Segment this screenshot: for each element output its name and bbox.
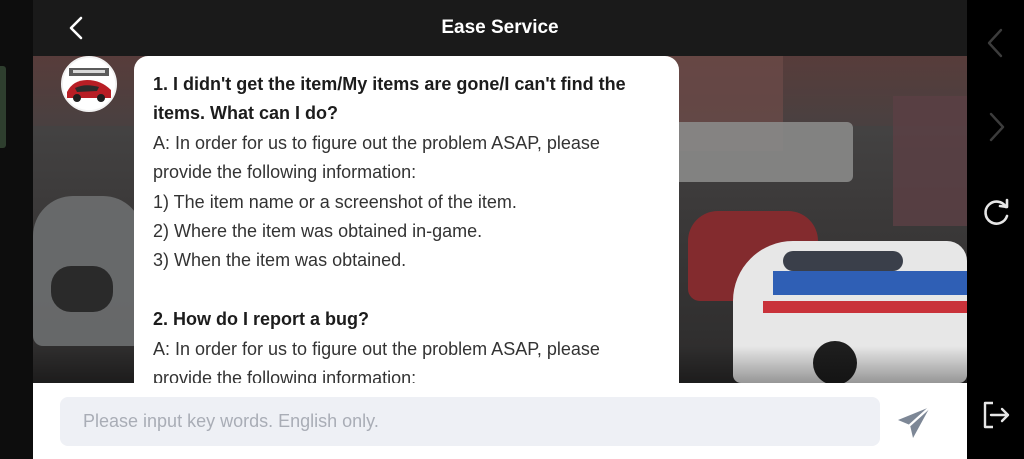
nav-back-button[interactable]	[979, 26, 1013, 60]
left-edge-strip	[0, 0, 33, 459]
chevron-left-icon	[987, 28, 1003, 58]
page-title: Ease Service	[441, 17, 559, 38]
game-logo-avatar	[63, 58, 115, 110]
input-bar	[33, 383, 967, 459]
exit-button[interactable]	[979, 398, 1013, 432]
send-button[interactable]	[895, 403, 935, 443]
exit-icon	[983, 401, 1010, 429]
message-text: 1. I didn't get the item/My items are go…	[153, 70, 661, 384]
faq-answer-line: 3) When the item was obtained.	[153, 250, 407, 271]
header-bar: Ease Service	[33, 0, 967, 56]
browser-nav-bar	[967, 0, 1024, 459]
send-icon	[898, 405, 932, 438]
faq-answer-line: 1) The item name or a screenshot of the …	[153, 191, 517, 212]
message-bubble: 1. I didn't get the item/My items are go…	[134, 56, 679, 384]
faq-answer-line: 2) Where the item was obtained in-game.	[153, 221, 483, 242]
avatar	[61, 56, 117, 112]
nav-forward-button[interactable]	[979, 110, 1013, 144]
faq-answer-line: A: In order for us to figure out the pro…	[153, 338, 600, 359]
search-input[interactable]	[60, 397, 880, 446]
faq-answer-line: provide the following information:	[153, 162, 417, 183]
reload-button[interactable]	[979, 196, 1013, 230]
faq-answer-line: provide the following information:	[153, 368, 417, 384]
faq-answer-line: A: In order for us to figure out the pro…	[153, 132, 600, 153]
chevron-right-icon	[989, 112, 1005, 142]
faq-question-line: items. What can I do?	[153, 103, 339, 124]
faq-question-line: 1. I didn't get the item/My items are go…	[153, 74, 626, 94]
left-edge-handle	[0, 66, 6, 148]
app-window: Ease Service 1. I didn't get the item/My…	[33, 0, 967, 459]
reload-icon	[984, 198, 1009, 225]
faq-question-line: 2. How do I report a bug?	[153, 309, 369, 330]
